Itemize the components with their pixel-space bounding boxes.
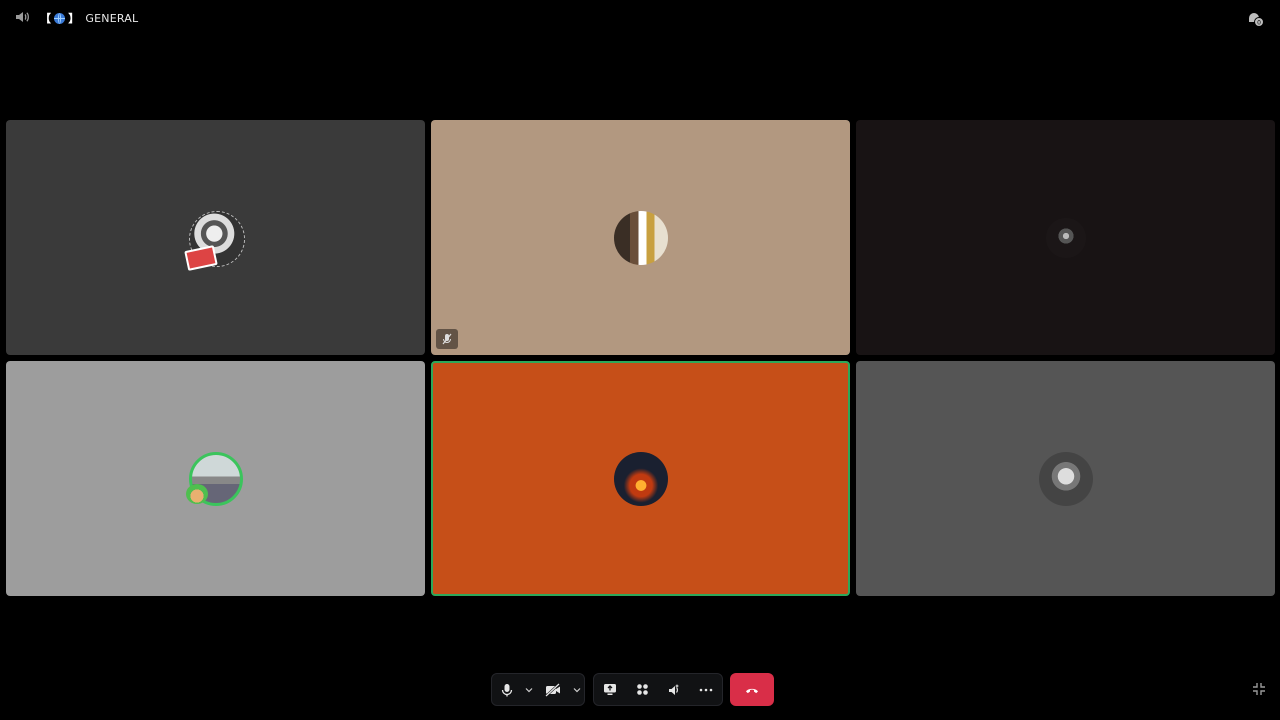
camera-button[interactable] <box>536 673 570 706</box>
bracket-open: 【 <box>40 12 52 25</box>
speaker-icon <box>16 12 29 22</box>
channel-label: GENERAL <box>85 11 139 25</box>
bracket-close: 】 <box>68 12 80 25</box>
participant-tile-4[interactable] <box>6 361 425 596</box>
participant-tile-5-speaking[interactable] <box>431 361 850 596</box>
microphone-icon <box>501 683 513 696</box>
globe-icon <box>54 12 66 24</box>
chevron-down-icon <box>573 687 581 692</box>
inbox-icon[interactable]: 0 <box>1246 9 1264 27</box>
avatar <box>613 451 668 506</box>
top-bar: 【 】 GENERAL 0 <box>0 0 1280 34</box>
avatar <box>1038 451 1093 506</box>
audio-video-controls <box>491 673 585 706</box>
share-screen-icon <box>604 684 616 695</box>
soundboard-button[interactable] <box>658 673 690 706</box>
inbox-count: 0 <box>1257 20 1261 27</box>
camera-off-icon <box>545 682 560 697</box>
avatar <box>1045 217 1086 258</box>
participant-tile-1[interactable] <box>6 120 425 355</box>
activity-controls <box>593 673 723 706</box>
avatar <box>613 210 668 265</box>
mic-muted-icon <box>442 333 452 345</box>
avatar-decoration <box>186 484 208 504</box>
soundboard-icon <box>669 683 679 695</box>
chevron-down-icon <box>525 687 533 692</box>
participant-tile-6[interactable] <box>856 361 1275 596</box>
participant-tile-2[interactable] <box>431 120 850 355</box>
more-options-button[interactable] <box>690 673 722 706</box>
microphone-options-button[interactable] <box>522 673 536 706</box>
exit-fullscreen-icon[interactable] <box>1252 682 1266 696</box>
participant-tile-3[interactable] <box>856 120 1275 355</box>
activities-button[interactable] <box>626 673 658 706</box>
share-screen-button[interactable] <box>594 673 626 706</box>
muted-badge <box>436 329 458 349</box>
hangup-icon <box>746 688 758 693</box>
microphone-button[interactable] <box>492 673 522 706</box>
more-icon <box>699 688 713 691</box>
camera-options-button[interactable] <box>570 673 584 706</box>
activities-icon <box>636 684 648 695</box>
channel-name[interactable]: 【 】 GENERAL <box>40 10 138 26</box>
disconnect-button[interactable] <box>730 673 774 706</box>
